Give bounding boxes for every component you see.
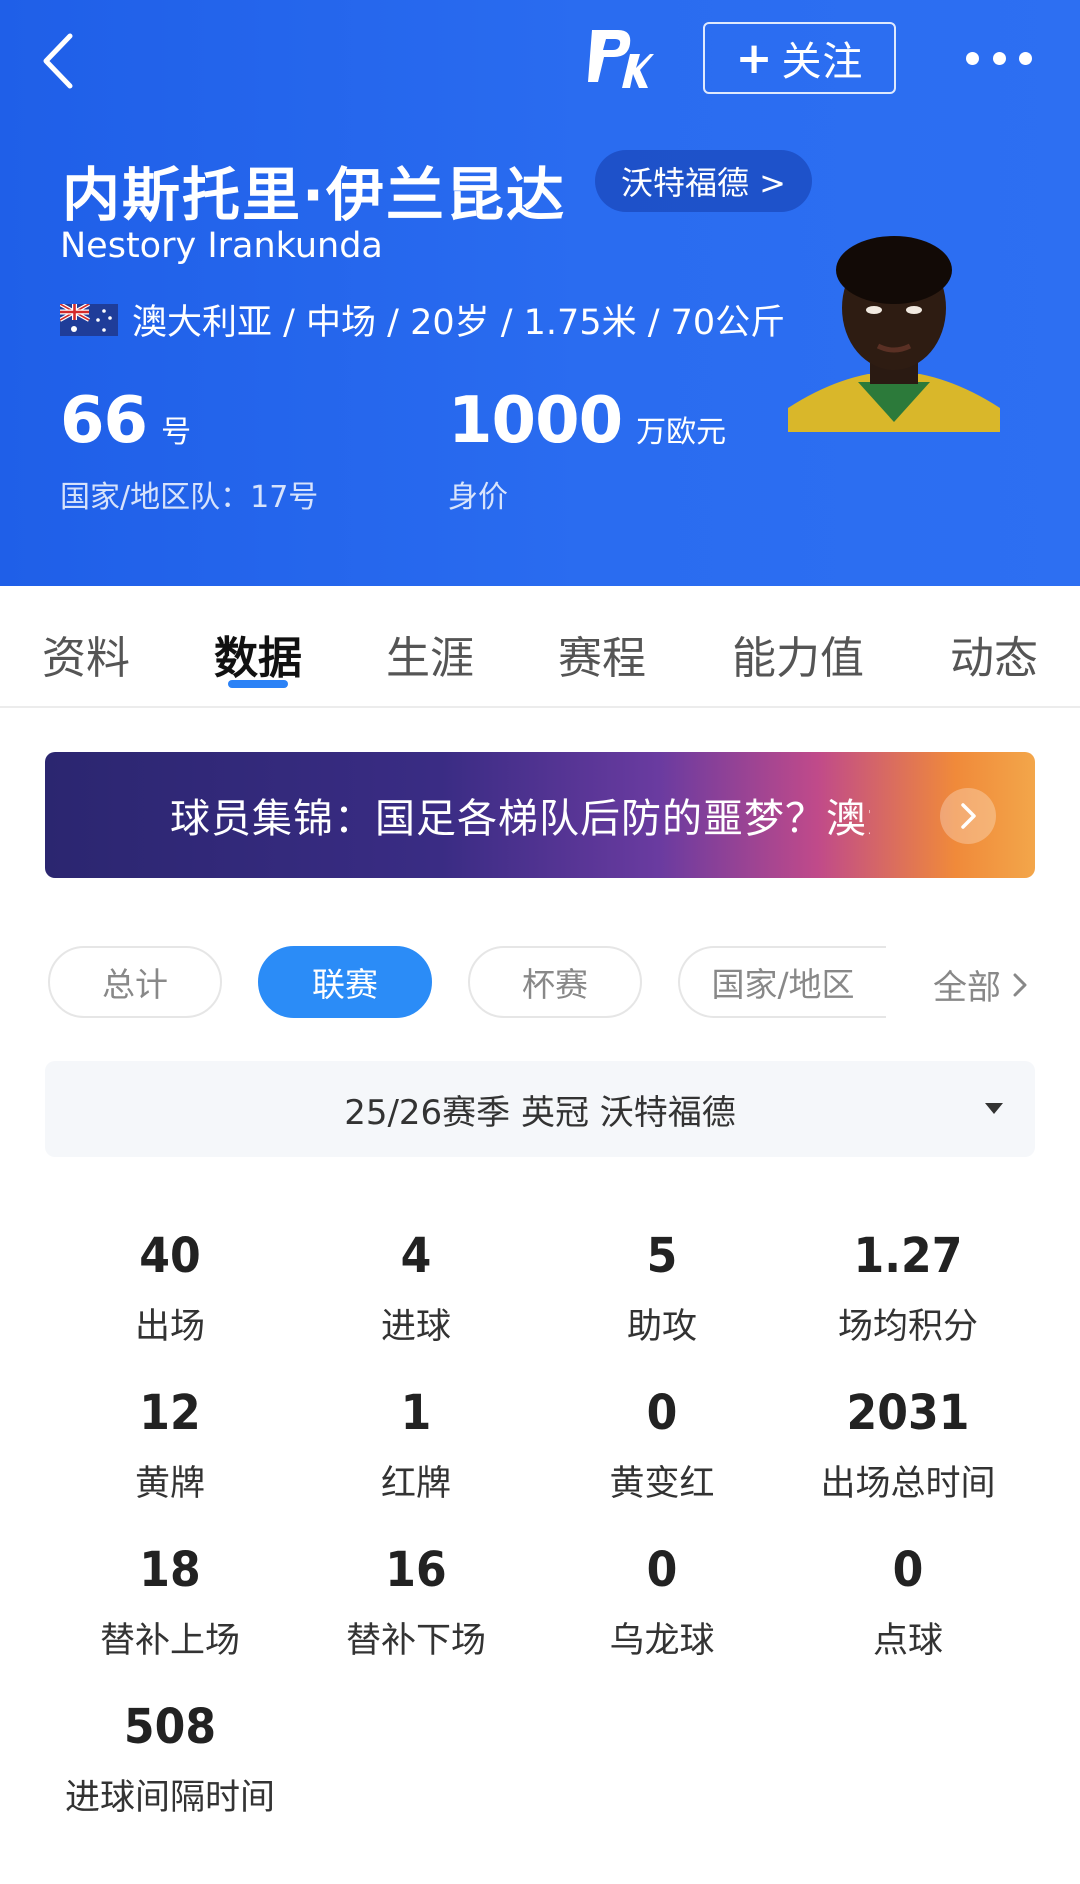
dot-icon [1019,51,1032,65]
follow-label: 关注 [781,39,864,85]
plus-icon: + [735,32,774,84]
stat-value: 1 [400,1385,432,1441]
market-value-unit: 万欧元 [636,415,727,450]
stat-label: 助攻 [626,1307,697,1347]
filter-league[interactable]: 联赛 [258,946,432,1018]
app-logo [584,24,654,92]
stat-label: 进球 [380,1307,451,1347]
stat-value: 4 [400,1228,432,1284]
shirt-number-unit: 号 [161,415,192,450]
market-value-block: 1000 万欧元 身价 [448,384,726,516]
player-avatar [788,236,1000,432]
stat-item: 0 乌龙球 [539,1542,785,1663]
follow-button[interactable]: + 关注 [703,22,896,94]
stat-label: 替补上场 [99,1621,240,1661]
stat-value: 1.27 [853,1228,963,1284]
stat-value: 0 [646,1542,678,1598]
banner-title: 球员集锦：国足各梯队后防的噩梦？澳大利亚天才边锋 [170,796,870,842]
chevron-right-icon [1013,973,1027,996]
national-team-number: 国家/地区队：17号 [60,480,319,515]
active-tab-indicator [228,680,288,688]
stat-value: 0 [646,1385,678,1441]
australia-flag-icon [60,303,118,336]
stat-label: 出场总时间 [820,1464,996,1504]
stat-value: 508 [123,1699,217,1755]
stat-value: 12 [139,1385,201,1441]
player-header: + 关注 内斯托里·伊兰昆达 沃特福德 > Nestory Irankunda … [0,0,1080,586]
stat-value: 40 [139,1228,201,1284]
stat-label: 红牌 [380,1464,451,1504]
stat-item: 1.27 场均积分 [785,1228,1031,1349]
player-info-line: 澳大利亚 / 中场 / 20岁 / 1.75米 / 70公斤 [60,294,785,345]
dot-icon [992,51,1006,65]
market-value: 1000 [448,384,623,458]
chevron-right-icon [961,803,976,829]
banner-arrow-button[interactable] [940,788,996,844]
stat-value: 2031 [846,1385,970,1441]
stat-label: 黄变红 [609,1464,715,1504]
filter-all-label: 全部 [933,968,1001,1008]
stat-label: 乌龙球 [609,1621,715,1661]
shirt-number-block: 66 号 国家/地区队：17号 [60,384,318,516]
tab-ability[interactable]: 能力值 [732,622,864,686]
stat-item: 5 助攻 [539,1228,785,1349]
tab-news[interactable]: 动态 [950,622,1038,686]
tab-career[interactable]: 生涯 [386,622,474,686]
season-selector[interactable]: 25/26赛季 英冠 沃特福德 [45,1061,1035,1157]
stat-label: 进球间隔时间 [64,1778,275,1818]
stat-label: 点球 [872,1621,943,1661]
tab-data[interactable]: 数据 [214,622,302,686]
filter-all-button[interactable]: 全部 [933,960,1031,1009]
stat-label: 场均积分 [837,1307,978,1347]
shirt-number: 66 [60,384,148,458]
season-label: 25/26赛季 英冠 沃特福德 [344,1092,736,1133]
player-name: 内斯托里·伊兰昆达 [62,161,567,229]
highlight-banner[interactable]: 球员集锦：国足各梯队后防的噩梦？澳大利亚天才边锋 [45,752,1035,878]
filter-cup[interactable]: 杯赛 [468,946,642,1018]
filter-total[interactable]: 总计 [48,946,222,1018]
club-link[interactable]: 沃特福德 > [595,150,812,212]
player-info: 澳大利亚 / 中场 / 20岁 / 1.75米 / 70公斤 [132,303,786,343]
stat-value: 18 [139,1542,201,1598]
stat-item: 2031 出场总时间 [785,1385,1031,1506]
stat-item: 508 进球间隔时间 [47,1699,293,1820]
more-options-button[interactable] [966,38,1032,78]
dot-icon [966,51,979,65]
player-name-english: Nestory Irankunda [60,226,383,266]
stat-item: 4 进球 [293,1228,539,1349]
stat-label: 替补下场 [345,1621,486,1661]
stat-item: 1 红牌 [293,1385,539,1506]
market-value-label: 身价 [448,480,508,515]
stat-item: 16 替补下场 [293,1542,539,1663]
profile-tabs: 资料 数据 生涯 赛程 能力值 动态 [0,586,1080,708]
stat-label: 黄牌 [134,1464,205,1504]
stat-item: 18 替补上场 [47,1542,293,1663]
stat-item: 0 点球 [785,1542,1031,1663]
tab-schedule[interactable]: 赛程 [558,622,646,686]
dropdown-caret-icon [985,1103,1003,1114]
stat-item: 40 出场 [47,1228,293,1349]
stat-value: 0 [892,1542,924,1598]
chevron-left-icon [43,33,73,89]
filter-national[interactable]: 国家/地区 [678,946,886,1018]
stat-item: 0 黄变红 [539,1385,785,1506]
back-button[interactable] [34,26,84,96]
tab-profile[interactable]: 资料 [42,622,130,686]
stat-value: 5 [646,1228,678,1284]
stat-label: 出场 [134,1307,205,1347]
stat-value: 16 [385,1542,447,1598]
stat-item: 12 黄牌 [47,1385,293,1506]
